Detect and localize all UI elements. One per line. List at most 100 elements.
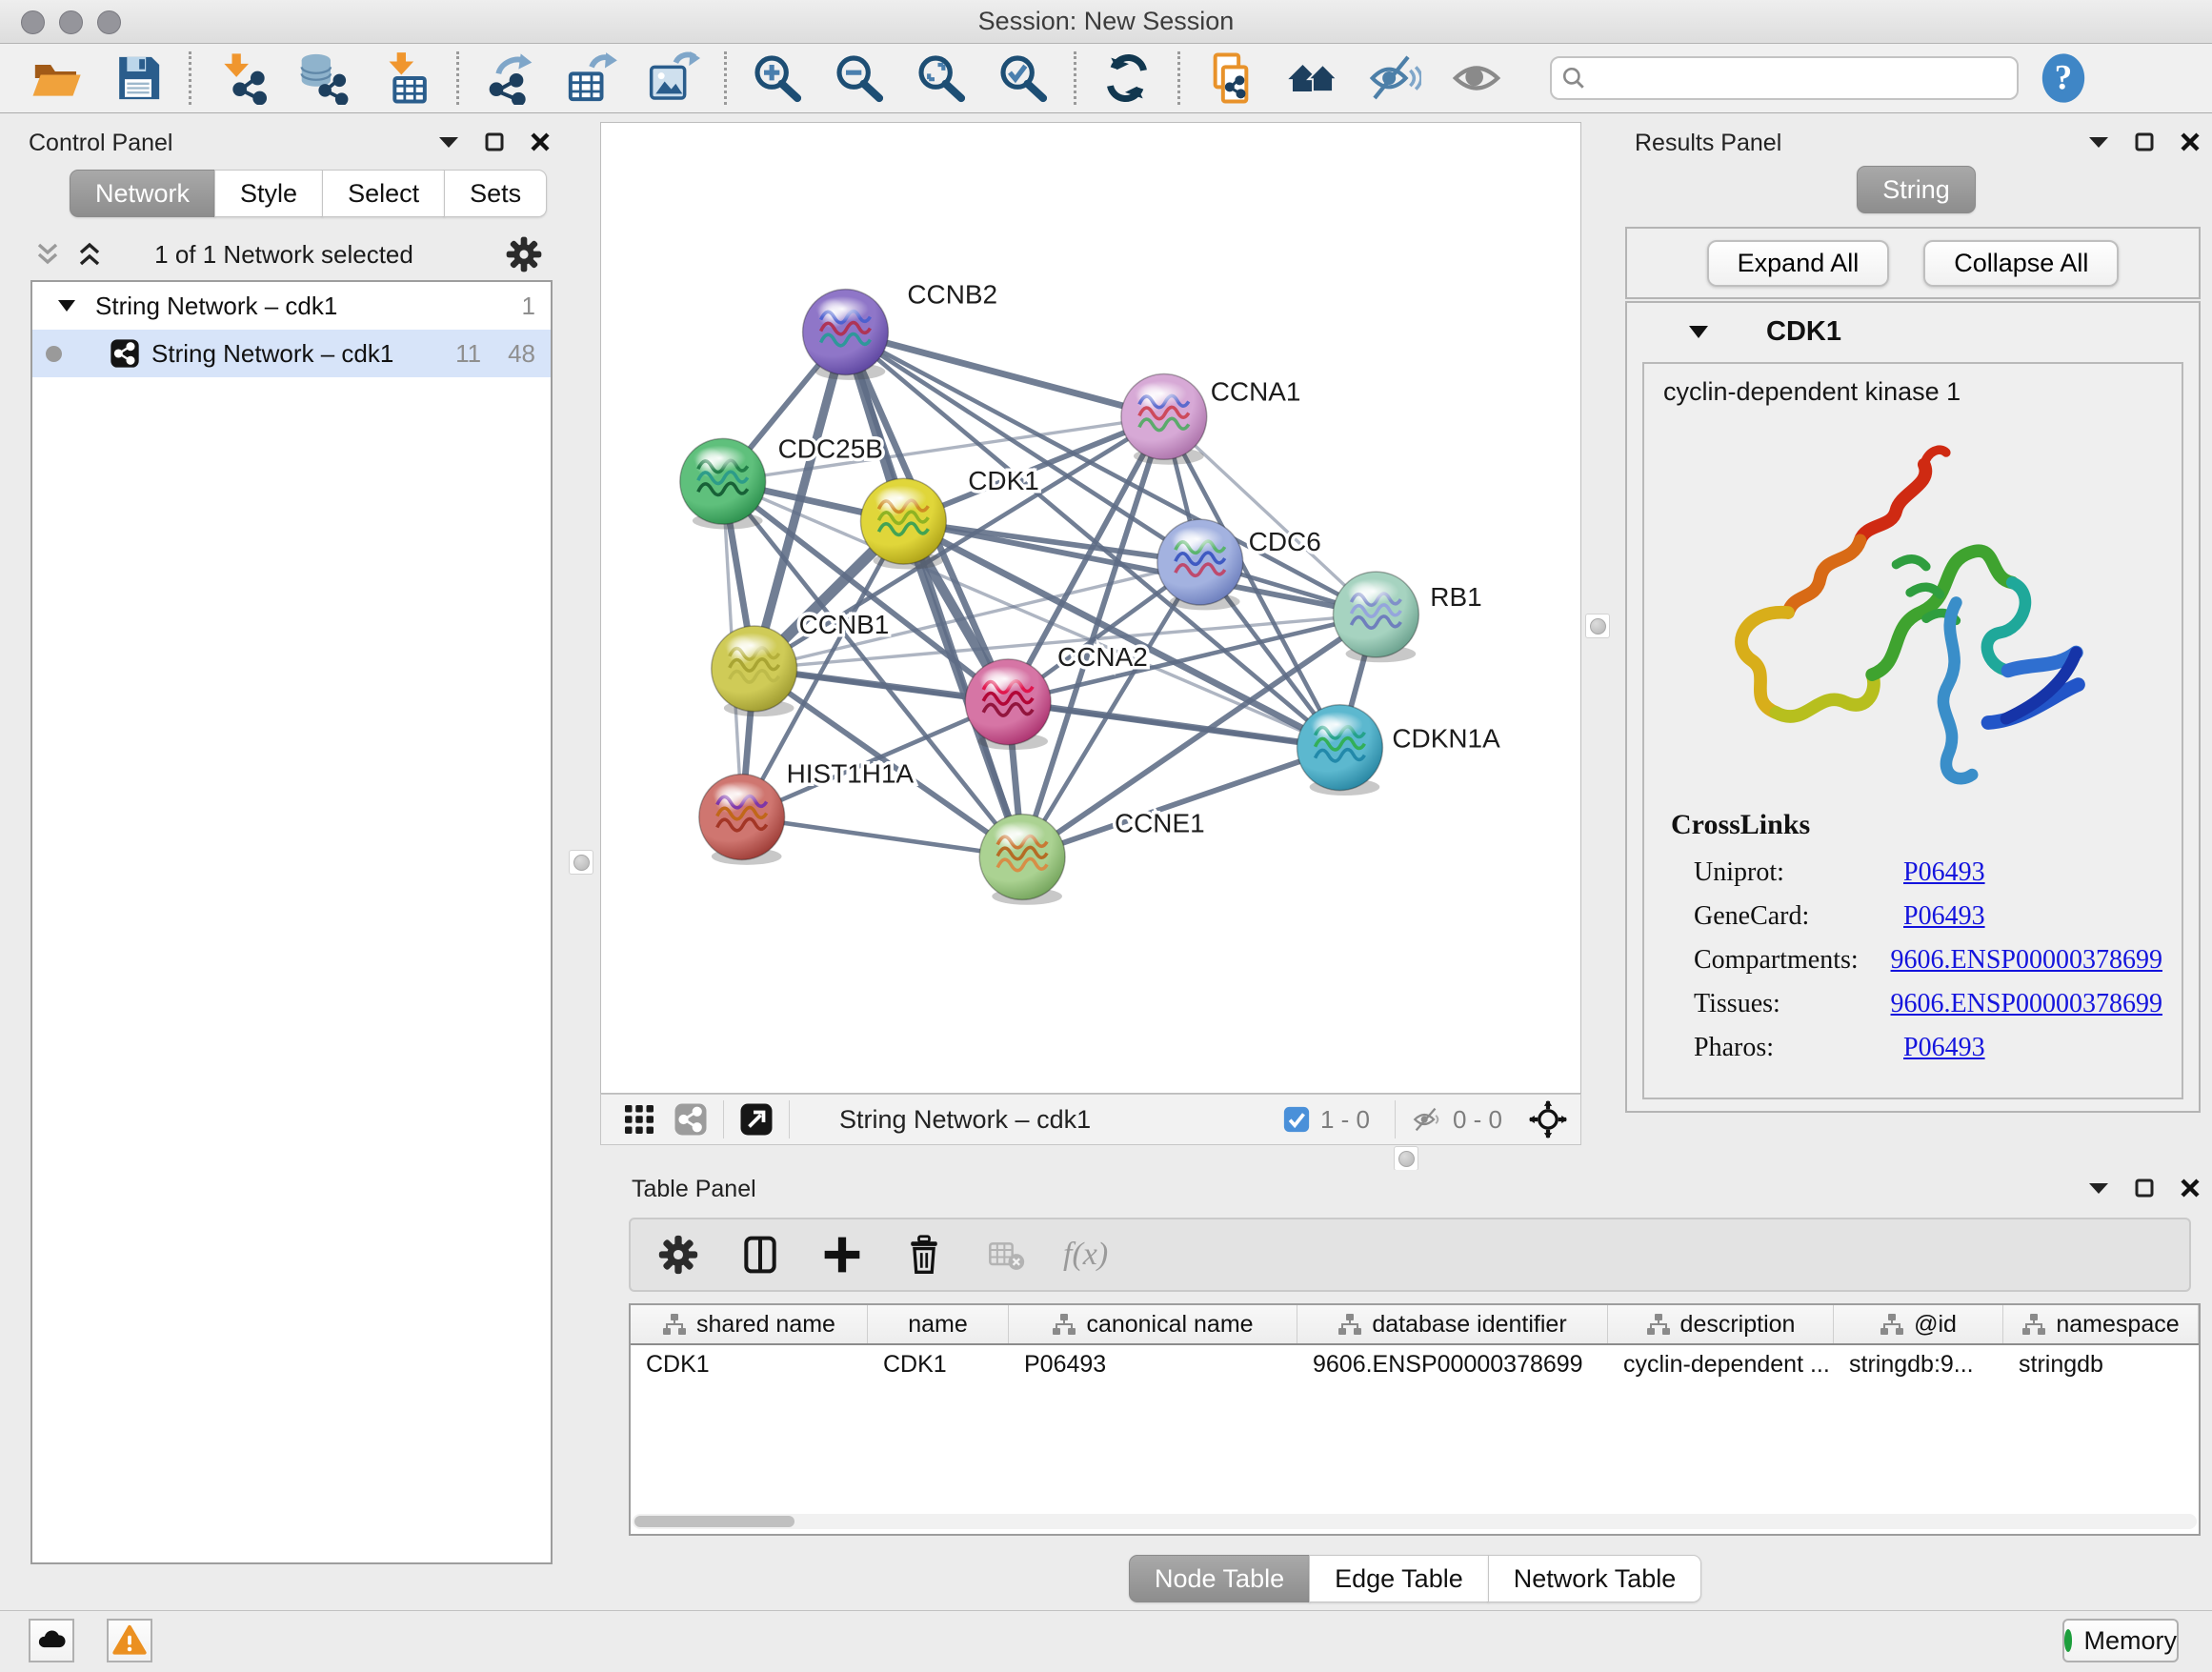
selected-checkbox-icon[interactable] bbox=[1282, 1105, 1311, 1134]
network-node-CCNA2[interactable] bbox=[965, 659, 1051, 745]
table-row[interactable]: CDK1CDK1P064939606.ENSP00000378699cyclin… bbox=[631, 1345, 2199, 1383]
duplicate-network-button[interactable] bbox=[1199, 48, 1262, 109]
table-cell[interactable]: cyclin-dependent ... bbox=[1608, 1345, 1834, 1383]
crosslink-tissues-link[interactable]: 9606.ENSP00000378699 bbox=[1891, 989, 2162, 1019]
export-network-button[interactable] bbox=[478, 48, 541, 109]
warnings-button[interactable] bbox=[107, 1619, 152, 1662]
tab-string[interactable]: String bbox=[1857, 166, 1976, 213]
column-header-canonical-name[interactable]: canonical name bbox=[1009, 1305, 1297, 1343]
tab-network-table[interactable]: Network Table bbox=[1488, 1555, 1702, 1602]
panel-menu-icon[interactable] bbox=[436, 130, 461, 154]
column-header--id[interactable]: @id bbox=[1834, 1305, 2003, 1343]
vertical-splitter-grip[interactable] bbox=[1585, 614, 1610, 638]
panel-float-icon[interactable] bbox=[482, 130, 507, 154]
horizontal-splitter-grip[interactable] bbox=[1394, 1146, 1418, 1171]
memory-button[interactable]: Memory bbox=[2062, 1619, 2179, 1662]
tab-network[interactable]: Network bbox=[70, 170, 215, 217]
tab-style[interactable]: Style bbox=[214, 170, 323, 217]
panel-menu-icon[interactable] bbox=[2086, 1176, 2111, 1200]
crosslink-compartments-link[interactable]: 9606.ENSP00000378699 bbox=[1891, 945, 2162, 976]
tab-select[interactable]: Select bbox=[322, 170, 445, 217]
hide-selected-button[interactable] bbox=[1363, 48, 1426, 109]
tab-edge-table[interactable]: Edge Table bbox=[1309, 1555, 1489, 1602]
vertical-splitter-grip[interactable] bbox=[569, 850, 593, 875]
crosslink-uniprot-link[interactable]: P06493 bbox=[1903, 857, 1985, 888]
section-collapse-icon[interactable] bbox=[1688, 325, 1709, 339]
open-in-new-window-icon[interactable] bbox=[739, 1102, 774, 1137]
function-builder-button[interactable]: f(x) bbox=[1063, 1237, 1108, 1273]
export-image-button[interactable] bbox=[642, 48, 705, 109]
horizontal-scrollbar bbox=[633, 1514, 2197, 1529]
table-cell[interactable]: CDK1 bbox=[631, 1345, 868, 1383]
column-header-description[interactable]: description bbox=[1608, 1305, 1834, 1343]
column-header-database-identifier[interactable]: database identifier bbox=[1297, 1305, 1608, 1343]
network-node-CCNB1[interactable] bbox=[712, 626, 797, 712]
cloud-button[interactable] bbox=[29, 1619, 74, 1662]
refresh-button[interactable] bbox=[1096, 48, 1158, 109]
tab-sets[interactable]: Sets bbox=[444, 170, 547, 217]
delete-table-button[interactable] bbox=[981, 1230, 1031, 1279]
zoom-in-button[interactable] bbox=[746, 48, 809, 109]
select-columns-button[interactable] bbox=[735, 1230, 785, 1279]
hidden-eye-icon[interactable] bbox=[1411, 1103, 1443, 1136]
network-node-RB1[interactable] bbox=[1334, 572, 1419, 657]
panel-menu-icon[interactable] bbox=[2086, 130, 2111, 154]
network-node-HIST1H1A[interactable] bbox=[699, 775, 785, 860]
protein-section-header[interactable]: CDK1 bbox=[1627, 303, 2199, 360]
table-settings-button[interactable] bbox=[654, 1230, 703, 1279]
tab-node-table[interactable]: Node Table bbox=[1129, 1555, 1310, 1602]
panel-close-icon[interactable] bbox=[528, 130, 553, 154]
tree-expand-icon[interactable] bbox=[57, 299, 76, 312]
delete-column-button[interactable] bbox=[899, 1230, 949, 1279]
network-node-CDK1[interactable] bbox=[860, 478, 946, 564]
network-row-selected[interactable]: String Network – cdk1 11 48 bbox=[32, 330, 551, 377]
panel-float-icon[interactable] bbox=[2132, 1176, 2157, 1200]
houses-icon bbox=[1286, 51, 1339, 105]
add-column-button[interactable] bbox=[817, 1230, 867, 1279]
network-edge-CDKN1A-CCNE1[interactable] bbox=[1022, 748, 1339, 857]
network-share-toggle-icon[interactable] bbox=[674, 1102, 708, 1137]
zoom-out-button[interactable] bbox=[828, 48, 891, 109]
zoom-selected-button[interactable] bbox=[992, 48, 1055, 109]
table-cell[interactable]: P06493 bbox=[1009, 1345, 1297, 1383]
help-button[interactable]: ? bbox=[2032, 48, 2095, 109]
network-collection-row[interactable]: String Network – cdk1 1 bbox=[32, 282, 551, 330]
network-node-CDC25B[interactable] bbox=[680, 438, 766, 524]
import-table-button[interactable] bbox=[374, 48, 437, 109]
panel-close-icon[interactable] bbox=[2178, 130, 2202, 154]
node-label-CDC25B: CDC25B bbox=[778, 433, 883, 463]
import-network-from-database-button[interactable] bbox=[292, 48, 355, 109]
table-cell[interactable]: CDK1 bbox=[868, 1345, 1009, 1383]
first-neighbors-button[interactable] bbox=[1281, 48, 1344, 109]
expand-all-button[interactable]: Expand All bbox=[1707, 240, 1890, 287]
network-node-CCNB2[interactable] bbox=[803, 290, 889, 375]
show-all-button[interactable] bbox=[1445, 48, 1508, 109]
column-header-name[interactable]: name bbox=[868, 1305, 1009, 1343]
birdseye-icon[interactable] bbox=[1529, 1100, 1567, 1138]
collapse-all-button[interactable]: Collapse All bbox=[1923, 240, 2119, 287]
crosslink-genecard-link[interactable]: P06493 bbox=[1903, 901, 1985, 932]
panel-float-icon[interactable] bbox=[2132, 130, 2157, 154]
crosslink-pharos-link[interactable]: P06493 bbox=[1903, 1033, 1985, 1063]
gear-icon[interactable] bbox=[505, 235, 543, 273]
save-session-button[interactable] bbox=[107, 48, 170, 109]
network-node-CDKN1A[interactable] bbox=[1297, 705, 1383, 791]
table-cell[interactable]: stringdb bbox=[2003, 1345, 2199, 1383]
selected-counts: 1 - 0 bbox=[1320, 1105, 1370, 1135]
panel-close-icon[interactable] bbox=[2178, 1176, 2202, 1200]
column-header-shared-name[interactable]: shared name bbox=[631, 1305, 868, 1343]
scrollbar-thumb[interactable] bbox=[634, 1516, 794, 1527]
zoom-fit-button[interactable] bbox=[910, 48, 973, 109]
table-cell[interactable]: stringdb:9... bbox=[1834, 1345, 2003, 1383]
import-network-from-file-button[interactable] bbox=[211, 48, 273, 109]
network-node-CCNE1[interactable] bbox=[979, 815, 1065, 900]
table-cell[interactable]: 9606.ENSP00000378699 bbox=[1297, 1345, 1608, 1383]
open-session-button[interactable] bbox=[25, 48, 88, 109]
column-header-namespace[interactable]: namespace bbox=[2003, 1305, 2199, 1343]
network-node-CCNA1[interactable] bbox=[1121, 373, 1207, 459]
network-node-CDC6[interactable] bbox=[1157, 519, 1243, 605]
grid-view-icon[interactable] bbox=[622, 1102, 656, 1137]
network-canvas[interactable]: CCNB2CCNA1CDC25BCDK1CDC6RB1CCNB1CCNA2CDK… bbox=[600, 122, 1581, 1094]
export-table-button[interactable] bbox=[560, 48, 623, 109]
search-input[interactable] bbox=[1594, 64, 2007, 93]
